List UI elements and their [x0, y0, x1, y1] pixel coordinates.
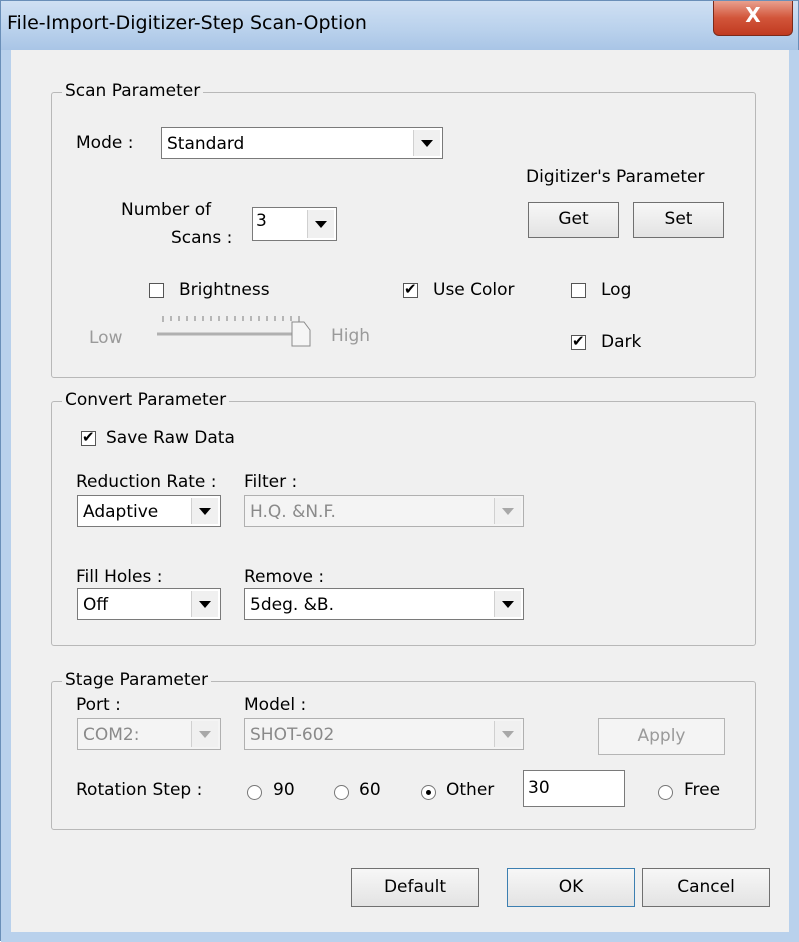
- port-value: COM2:: [83, 725, 140, 745]
- remove-select[interactable]: 5deg. &B.: [244, 588, 524, 620]
- window-title: File-Import-Digitizer-Step Scan-Option: [7, 12, 367, 34]
- apply-button[interactable]: Apply: [598, 718, 725, 755]
- slider-high-label: High: [331, 326, 371, 346]
- rotation-90-label: 90: [273, 780, 295, 800]
- model-label: Model :: [244, 695, 307, 715]
- chevron-down-icon: [494, 498, 521, 524]
- rotation-other-value: 30: [528, 778, 550, 798]
- number-of-scans-label-1: Number of: [121, 200, 212, 220]
- brightness-slider[interactable]: [151, 312, 321, 348]
- save-raw-data-checkbox[interactable]: [81, 428, 96, 446]
- fill-holes-value: Off: [83, 595, 109, 615]
- dark-checkbox[interactable]: [571, 332, 586, 350]
- use-color-checkbox[interactable]: [403, 280, 418, 298]
- chevron-down-icon: [413, 130, 440, 156]
- dialog-client-area: Scan Parameter Mode : Standard Digitizer…: [11, 50, 789, 932]
- window-frame-right: [789, 50, 799, 942]
- close-button[interactable]: X: [713, 1, 793, 36]
- default-button-label: Default: [383, 876, 447, 897]
- remove-value: 5deg. &B.: [250, 595, 334, 615]
- model-select[interactable]: SHOT-602: [244, 718, 524, 750]
- rotation-other-input[interactable]: 30: [523, 770, 625, 807]
- ok-button-label: OK: [558, 876, 584, 897]
- rotation-free-radio[interactable]: [658, 785, 673, 800]
- ok-button[interactable]: OK: [507, 868, 635, 907]
- mode-select[interactable]: Standard: [161, 127, 443, 159]
- chevron-down-icon: [191, 721, 218, 747]
- rotation-other-radio[interactable]: [421, 785, 436, 800]
- reduction-rate-select[interactable]: Adaptive: [77, 495, 221, 527]
- window-frame-left: [1, 50, 11, 942]
- cancel-button[interactable]: Cancel: [642, 868, 770, 907]
- stage-parameter-label: Stage Parameter: [62, 670, 211, 690]
- dark-label: Dark: [601, 332, 642, 352]
- port-label: Port :: [76, 695, 121, 715]
- rotation-60-label: 60: [359, 780, 381, 800]
- save-raw-data-label: Save Raw Data: [106, 428, 235, 448]
- reduction-rate-label: Reduction Rate :: [76, 472, 217, 492]
- get-button-label: Get: [558, 209, 589, 229]
- chevron-down-icon: [191, 498, 218, 524]
- close-icon: X: [745, 3, 761, 27]
- number-of-scans-select[interactable]: 3: [252, 207, 337, 241]
- apply-button-label: Apply: [637, 725, 686, 746]
- chevron-down-icon: [191, 591, 218, 617]
- rotation-90-radio[interactable]: [247, 785, 262, 800]
- log-checkbox[interactable]: [571, 283, 586, 298]
- number-of-scans-value: 3: [256, 211, 267, 231]
- brightness-label: Brightness: [179, 280, 270, 300]
- chevron-down-icon: [494, 591, 521, 617]
- chevron-down-icon: [494, 721, 521, 747]
- use-color-label: Use Color: [433, 280, 515, 300]
- dialog-window: File-Import-Digitizer-Step Scan-Option X…: [0, 0, 799, 942]
- digitizer-parameter-label: Digitizer's Parameter: [526, 167, 705, 187]
- set-button[interactable]: Set: [633, 202, 724, 238]
- cancel-button-label: Cancel: [677, 876, 735, 897]
- remove-label: Remove :: [244, 567, 325, 587]
- filter-select[interactable]: H.Q. &N.F.: [244, 495, 524, 527]
- model-value: SHOT-602: [250, 725, 335, 745]
- chevron-down-icon: [307, 210, 334, 238]
- filter-value: H.Q. &N.F.: [250, 502, 336, 522]
- fill-holes-label: Fill Holes :: [76, 567, 163, 587]
- mode-label: Mode :: [76, 133, 134, 153]
- convert-parameter-label: Convert Parameter: [62, 390, 230, 410]
- stage-parameter-group: Stage Parameter: [51, 670, 756, 830]
- rotation-step-label: Rotation Step :: [76, 780, 203, 800]
- reduction-rate-value: Adaptive: [83, 502, 159, 522]
- brightness-checkbox[interactable]: [149, 283, 164, 298]
- default-button[interactable]: Default: [351, 868, 479, 907]
- number-of-scans-label-2: Scans :: [171, 228, 233, 248]
- log-label: Log: [601, 280, 632, 300]
- get-button[interactable]: Get: [528, 202, 619, 238]
- rotation-other-label: Other: [446, 780, 495, 800]
- rotation-60-radio[interactable]: [334, 785, 349, 800]
- filter-label: Filter :: [244, 472, 298, 492]
- title-bar[interactable]: File-Import-Digitizer-Step Scan-Option X: [1, 1, 798, 50]
- rotation-free-label: Free: [684, 780, 721, 800]
- slider-low-label: Low: [89, 328, 123, 348]
- slider-thumb: [291, 321, 311, 347]
- fill-holes-select[interactable]: Off: [77, 588, 221, 620]
- scan-parameter-label: Scan Parameter: [62, 81, 204, 101]
- port-select[interactable]: COM2:: [77, 718, 221, 750]
- mode-value: Standard: [167, 134, 245, 154]
- set-button-label: Set: [664, 209, 693, 229]
